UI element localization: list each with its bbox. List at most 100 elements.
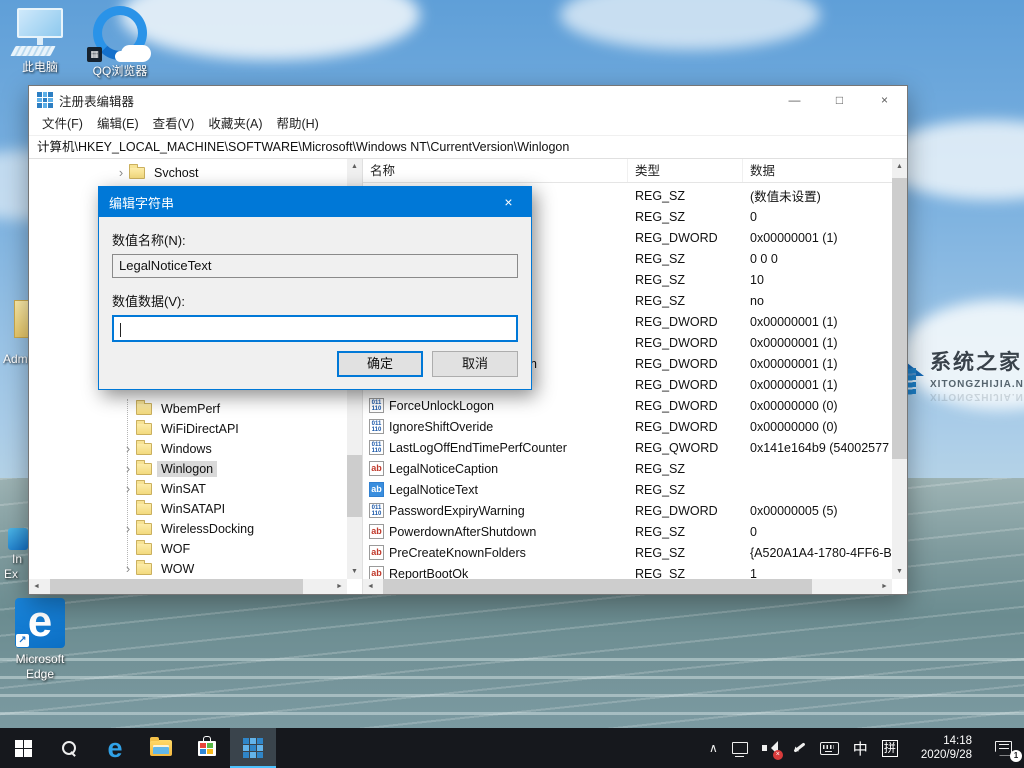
column-header-data[interactable]: 数据 <box>743 159 907 182</box>
scroll-down-icon[interactable]: ▼ <box>896 564 903 579</box>
taskbar-regedit-button[interactable] <box>230 728 276 768</box>
scroll-left-icon[interactable]: ◄ <box>29 583 44 590</box>
volume-tray-button[interactable]: × <box>755 728 784 768</box>
start-button[interactable] <box>0 728 46 768</box>
address-bar[interactable]: 计算机\HKEY_LOCAL_MACHINE\SOFTWARE\Microsof… <box>29 136 907 159</box>
binary-value-icon: 011 110 <box>369 419 384 434</box>
taskbar-edge-button[interactable]: e <box>92 728 138 768</box>
tree-item-winlogon[interactable]: › Winlogon <box>29 459 362 479</box>
dialog-titlebar[interactable]: 编辑字符串 × <box>99 187 531 217</box>
tree-item-wof[interactable]: WOF <box>29 539 362 559</box>
dialog-close-button[interactable]: × <box>486 187 531 217</box>
value-row-precreateknownfolders[interactable]: ab PreCreateKnownFolders REG_SZ {A520A1A4-1… <box>363 542 892 563</box>
value-row-ignoreshiftoveride[interactable]: 011 110 IgnoreShiftOveride REG_DWORD 0x00000… <box>363 416 892 437</box>
maximize-button[interactable]: □ <box>817 86 862 114</box>
column-header-type[interactable]: 类型 <box>628 159 743 182</box>
list-header: 名称 类型 数据 <box>363 159 907 183</box>
scroll-right-icon[interactable]: ► <box>877 583 892 590</box>
cancel-button[interactable]: 取消 <box>432 351 518 377</box>
value-row-reportbootok[interactable]: ab ReportBootOk REG_SZ 1 <box>363 563 892 579</box>
value-name: PowerdownAfterShutdown <box>389 524 537 539</box>
close-button[interactable]: × <box>862 86 907 114</box>
value-row-passwordexpirywarning[interactable]: 011 110 PasswordExpiryWarning REG_DWORD 0x00… <box>363 500 892 521</box>
scroll-up-icon[interactable]: ▲ <box>351 159 358 174</box>
value-row-legalnoticecaption[interactable]: ab LegalNoticeCaption REG_SZ <box>363 458 892 479</box>
value-data: 0x00000001 (1) <box>750 335 838 350</box>
menu-item-0[interactable]: 文件(F) <box>35 114 90 135</box>
tree-item-wbemperf[interactable]: WbemPerf <box>29 399 362 419</box>
tree-item-winsat[interactable]: › WinSAT <box>29 479 362 499</box>
minimize-button[interactable]: — <box>772 86 817 114</box>
tree-item-windows[interactable]: › Windows <box>29 439 362 459</box>
tree-item-wifidirectapi[interactable]: WiFiDirectAPI <box>29 419 362 439</box>
clock[interactable]: 14:18 2020/9/28 <box>905 728 988 768</box>
scroll-up-icon[interactable]: ▲ <box>896 159 903 174</box>
regedit-icon <box>243 738 263 758</box>
window-title: 注册表编辑器 <box>59 94 135 109</box>
tree-item-label: WOW <box>161 562 195 576</box>
menu-item-2[interactable]: 查看(V) <box>146 114 202 135</box>
tree-item-winsatapi[interactable]: WinSATAPI <box>29 499 362 519</box>
menu-item-3[interactable]: 收藏夹(A) <box>201 114 269 135</box>
value-row-lastlogoffendtimeperfcounter[interactable]: 011 110 LastLogOffEndTimePerfCounter REG_QW… <box>363 437 892 458</box>
window-titlebar[interactable]: 注册表编辑器 — □ × <box>29 86 907 114</box>
expand-chevron-icon[interactable]: › <box>115 166 127 179</box>
scrollbar-thumb[interactable] <box>382 579 813 594</box>
ime-mode-button[interactable]: 中 <box>846 728 875 768</box>
value-type: REG_SZ <box>635 272 686 287</box>
value-data: 0x00000001 (1) <box>750 356 838 371</box>
touch-keyboard-button[interactable] <box>813 728 846 768</box>
scrollbar-thumb[interactable] <box>49 579 304 594</box>
list-horizontal-scrollbar[interactable]: ◄ ► <box>363 579 892 594</box>
desktop-icon-microsoft-edge[interactable]: e ↗ Microsoft Edge <box>2 598 78 682</box>
value-data-input[interactable] <box>112 315 518 342</box>
desktop-icon-label: Microsoft <box>15 652 65 666</box>
expand-chevron-icon[interactable]: › <box>122 522 134 535</box>
show-hidden-icons-button[interactable]: ∧ <box>702 728 725 768</box>
value-row-powerdownaftershutdown[interactable]: ab PowerdownAfterShutdown REG_SZ 0 <box>363 521 892 542</box>
scrollbar-thumb[interactable] <box>347 454 362 518</box>
expand-chevron-icon[interactable]: › <box>122 442 134 455</box>
value-name-field[interactable]: LegalNoticeText <box>112 254 518 278</box>
scroll-left-icon[interactable]: ◄ <box>363 583 378 590</box>
menu-item-4[interactable]: 帮助(H) <box>269 114 325 135</box>
value-type: REG_DWORD <box>635 335 718 350</box>
value-name: ForceUnlockLogon <box>389 398 494 413</box>
taskbar: e ∧ × 中 拼 14:18 2020/9/28 1 <box>0 728 1024 768</box>
search-button[interactable] <box>46 728 92 768</box>
value-type: REG_DWORD <box>635 377 718 392</box>
scroll-down-icon[interactable]: ▼ <box>351 564 358 579</box>
value-type: REG_SZ <box>635 566 686 580</box>
expand-chevron-icon[interactable]: › <box>122 562 134 575</box>
tree-item-wirelessdocking[interactable]: › WirelessDocking <box>29 519 362 539</box>
action-center-button[interactable]: 1 <box>988 728 1024 768</box>
pen-tray-button[interactable] <box>784 728 813 768</box>
desktop-icon-this-pc[interactable]: 此电脑 <box>2 8 78 75</box>
value-row-legalnoticetext[interactable]: ab LegalNoticeText REG_SZ <box>363 479 892 500</box>
expand-chevron-icon[interactable]: › <box>122 482 134 495</box>
folder-icon <box>136 480 152 495</box>
ime-pinyin-button[interactable]: 拼 <box>875 728 905 768</box>
ok-button[interactable]: 确定 <box>337 351 423 377</box>
list-vertical-scrollbar[interactable]: ▲ ▼ <box>892 159 907 579</box>
taskbar-file-explorer-button[interactable] <box>138 728 184 768</box>
value-type: REG_SZ <box>635 251 686 266</box>
tree-item-svchost[interactable]: › Svchost <box>29 163 362 183</box>
network-tray-button[interactable] <box>725 728 755 768</box>
scrollbar-thumb[interactable] <box>892 177 907 459</box>
value-data: 0x00000000 (0) <box>750 419 838 434</box>
taskbar-store-button[interactable] <box>184 728 230 768</box>
expand-chevron-icon[interactable]: › <box>122 462 134 475</box>
value-type: REG_DWORD <box>635 314 718 329</box>
tree-item-wow[interactable]: › WOW <box>29 559 362 579</box>
column-header-name[interactable]: 名称 <box>363 159 628 182</box>
scroll-right-icon[interactable]: ► <box>332 583 347 590</box>
desktop-icon-qq-browser[interactable]: ▦ QQ浏览器 <box>82 6 158 79</box>
value-type: REG_SZ <box>635 545 686 560</box>
string-value-icon: ab <box>369 545 384 560</box>
pen-icon <box>791 741 806 756</box>
value-row-forceunlocklogon[interactable]: 011 110 ForceUnlockLogon REG_DWORD 0x0000000… <box>363 395 892 416</box>
menu-item-1[interactable]: 编辑(E) <box>90 114 146 135</box>
tree-horizontal-scrollbar[interactable]: ◄ ► <box>29 579 347 594</box>
value-data: {A520A1A4-1780-4FF6-BD <box>750 545 892 560</box>
